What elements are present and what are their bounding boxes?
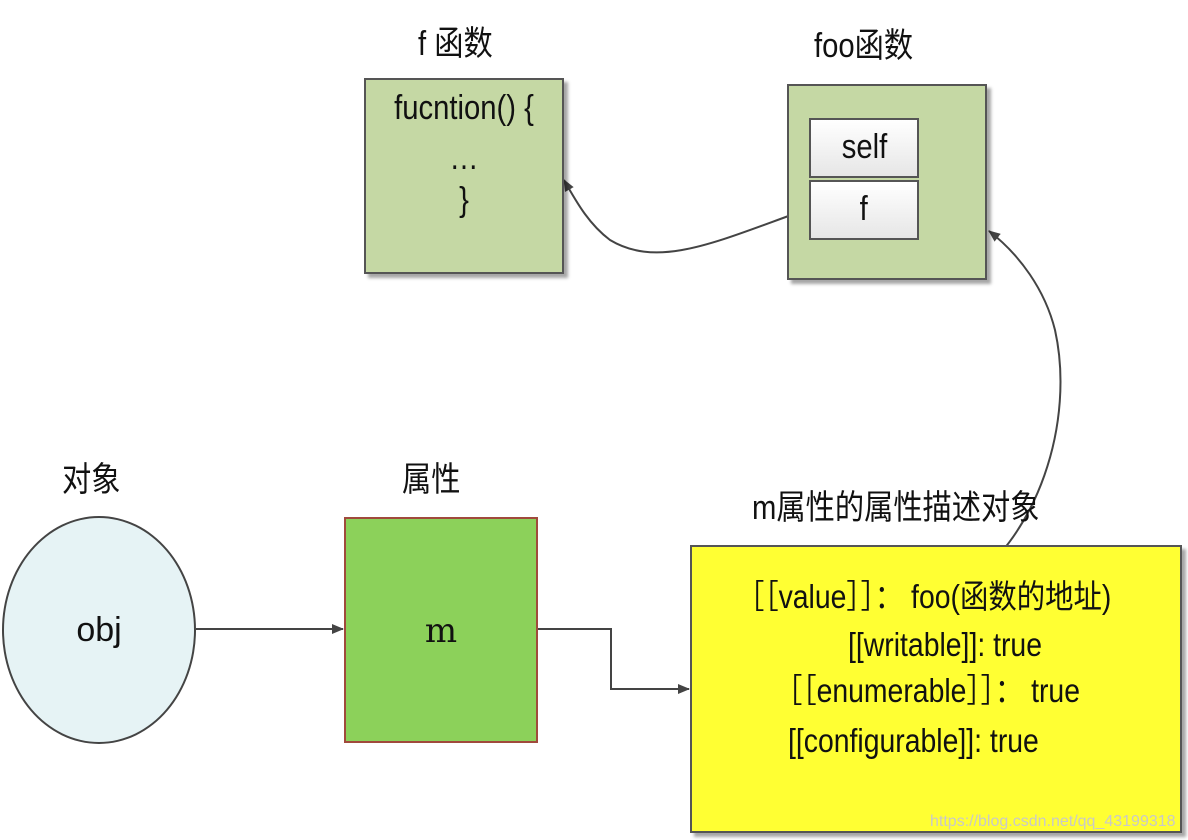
obj-label: obj (76, 611, 122, 649)
foo-function-box: self f (787, 84, 987, 280)
descriptor-line-writable: [[writable]]: true (848, 626, 1043, 663)
code-line-1: fucntion() { (394, 89, 534, 127)
descriptor-line-enumerable: ［［enumerable］］： true (774, 672, 1081, 709)
arrow-foo-f-to-f-function (563, 179, 809, 254)
property-m-label: m (424, 611, 458, 651)
descriptor-line-configurable: [[configurable]]: true (788, 722, 1039, 759)
code-line-2: … (449, 139, 479, 177)
self-slot-label: self (841, 128, 887, 166)
f-function-box: fucntion() { … } (364, 78, 564, 274)
descriptor-title: m属性的属性描述对象 (752, 489, 1040, 527)
watermark-url: https://blog.csdn.net/qq_43199318 (930, 813, 1176, 830)
obj-ellipse: obj (2, 516, 196, 744)
code-line-3: } (459, 181, 469, 219)
property-title: 属性 (402, 461, 461, 499)
arrow-value-to-foo-function (954, 230, 1062, 594)
descriptor-box: ［［value］］： foo(函数的地址) [[writable]]: true… (690, 545, 1182, 833)
foo-function-title: foo函数 (814, 27, 914, 65)
descriptor-line-value: ［［value］］： foo(函数的地址) (736, 578, 1112, 615)
self-slot: self (809, 118, 919, 178)
f-slot: f (809, 180, 919, 240)
f-slot-label: f (859, 190, 869, 228)
arrow-m-to-descriptor (536, 628, 690, 694)
property-m-box: m (344, 517, 538, 743)
f-function-title: f 函数 (418, 25, 493, 63)
object-title: 对象 (62, 461, 121, 499)
